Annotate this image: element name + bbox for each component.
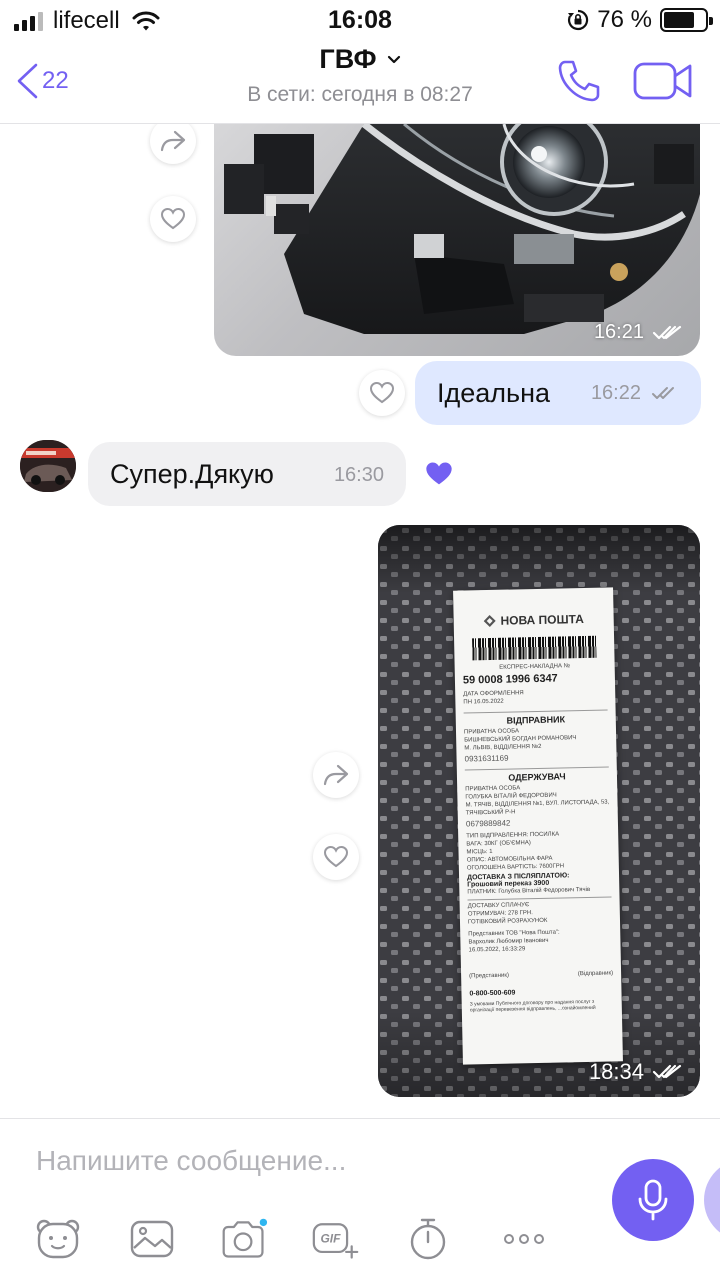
receipt-declared: ОГОЛОШЕНА ВАРТІСТЬ: 7600ГРН bbox=[466, 863, 565, 872]
message-text: Ідеальна bbox=[437, 377, 551, 408]
receipt-sender-phone: 0931631169 bbox=[464, 753, 509, 764]
liked-reaction[interactable] bbox=[416, 451, 462, 497]
nova-poshta-receipt: НОВА ПОШТА ЕКСПРЕС-НАКЛАДНА № 59 0008 19… bbox=[453, 587, 623, 1065]
photo2-time: 18:34 bbox=[588, 1059, 644, 1084]
message-input[interactable]: Напишите сообщение... bbox=[36, 1145, 346, 1177]
more-dots-icon bbox=[504, 1234, 544, 1244]
nova-poshta-logo-icon bbox=[483, 614, 496, 627]
headlight-photo[interactable]: 16:21 bbox=[214, 124, 700, 356]
phone-icon bbox=[558, 60, 600, 102]
like-button[interactable] bbox=[150, 196, 196, 242]
share-arrow-icon bbox=[323, 764, 349, 786]
receipt-recipient-phone: 0679889842 bbox=[465, 818, 511, 829]
avatar[interactable] bbox=[20, 440, 76, 492]
video-call-button[interactable] bbox=[632, 60, 694, 107]
heart-filled-icon bbox=[426, 462, 452, 485]
avatar-image bbox=[20, 440, 76, 492]
camera-button[interactable] bbox=[220, 1215, 268, 1263]
receipt-waybill-label: ЕКСПРЕС-НАКЛАДНА № bbox=[499, 663, 571, 671]
receipt-footer: З умовами Публічного договору про наданн… bbox=[469, 998, 596, 1014]
message-meta: 16:22 bbox=[591, 382, 681, 405]
receipt-sign-rep: (Представник) bbox=[469, 972, 510, 980]
video-camera-icon bbox=[633, 62, 692, 100]
double-check-icon bbox=[652, 325, 682, 339]
last-seen-status: В сети: сегодня в 08:27 bbox=[247, 83, 473, 106]
viber-chat-screen: lifecell 16:08 76 % 22 ГВФ В сети: сегод… bbox=[0, 0, 720, 1280]
heart-outline-icon bbox=[369, 381, 395, 404]
forward-button-2[interactable] bbox=[313, 752, 359, 798]
receipt-sender-city: М. ЛЬВІВ, ВІДДІЛЕННЯ №2 bbox=[464, 743, 542, 752]
photo2-timestamp: 18:34 bbox=[589, 1059, 684, 1085]
stopwatch-icon bbox=[410, 1218, 446, 1260]
message-time: 16:22 bbox=[590, 382, 641, 404]
receipt-logo: НОВА ПОШТА bbox=[462, 612, 606, 629]
heart-outline-icon bbox=[323, 845, 349, 868]
barcode bbox=[472, 635, 597, 661]
forward-button[interactable] bbox=[150, 124, 196, 164]
bear-sticker-icon bbox=[36, 1219, 80, 1259]
timer-button[interactable] bbox=[404, 1215, 452, 1263]
voice-message-button[interactable] bbox=[612, 1159, 694, 1241]
rotation-lock-icon bbox=[568, 9, 589, 31]
share-arrow-icon bbox=[160, 130, 186, 152]
battery-percent: 76 % bbox=[597, 6, 652, 33]
gif-button[interactable]: GIF bbox=[312, 1215, 360, 1263]
receipt-sign-sender: (Відправник) bbox=[577, 970, 614, 978]
receipt-payer: ПЛАТНИК: Голубка Віталій Федорович Тячів bbox=[467, 886, 591, 896]
secondary-action-button[interactable] bbox=[704, 1159, 720, 1241]
receipt-number: 59 0008 1996 6347 bbox=[462, 672, 558, 687]
battery-fill bbox=[664, 12, 694, 28]
double-check-icon bbox=[652, 1064, 682, 1079]
receipt-paid-3: ГОТІВКОВИЙ РОЗРАХУНОК bbox=[467, 917, 548, 926]
receipt-photo[interactable]: НОВА ПОШТА ЕКСПРЕС-НАКЛАДНА № 59 0008 19… bbox=[378, 525, 700, 1097]
receipt-date: ПН 16.05.2022 bbox=[463, 698, 504, 706]
message-list[interactable]: 16:21 Ідеальна 16:22 Супер.Дякую 16:30 Н… bbox=[0, 124, 720, 1118]
chat-title: ГВФ bbox=[319, 44, 377, 74]
camera-icon bbox=[222, 1218, 268, 1258]
message-time: 16:30 bbox=[333, 464, 384, 486]
sticker-button[interactable] bbox=[34, 1215, 82, 1263]
more-options-button[interactable] bbox=[500, 1215, 548, 1263]
status-bar: lifecell 16:08 76 % bbox=[0, 0, 720, 40]
status-right: 76 % bbox=[567, 6, 713, 34]
gif-icon: GIF bbox=[312, 1223, 359, 1259]
receipt-recipient-head: ОДЕРЖУВАЧ bbox=[464, 766, 610, 784]
battery-icon bbox=[660, 8, 713, 32]
incoming-message[interactable]: Супер.Дякую 16:30 bbox=[88, 442, 406, 506]
outgoing-message[interactable]: Ідеальна 16:22 bbox=[415, 361, 701, 425]
chat-header: 22 ГВФ В сети: сегодня в 08:27 bbox=[0, 40, 720, 124]
call-button[interactable] bbox=[556, 58, 602, 109]
gallery-button[interactable] bbox=[128, 1215, 176, 1263]
heart-outline-icon bbox=[160, 207, 186, 230]
message-composer: Напишите сообщение... GIF bbox=[0, 1118, 720, 1280]
like-button-out[interactable] bbox=[359, 370, 405, 416]
gallery-icon bbox=[130, 1220, 174, 1258]
receipt-sender-head: ВІДПРАВНИК bbox=[463, 709, 608, 727]
like-button-2[interactable] bbox=[313, 834, 359, 880]
message-text: Супер.Дякую bbox=[110, 458, 274, 489]
photo1-timestamp: 16:21 bbox=[594, 321, 684, 344]
receipt-rep-date: 16.05.2022, 16:33:29 bbox=[468, 946, 526, 954]
receipt-hotline: 0-800-500-609 bbox=[469, 989, 516, 998]
receipt-brand: НОВА ПОШТА bbox=[500, 611, 584, 628]
chevron-down-icon bbox=[387, 55, 400, 63]
double-check-icon bbox=[652, 386, 674, 399]
chat-title-block[interactable]: ГВФ В сети: сегодня в 08:27 bbox=[0, 44, 720, 107]
svg-text:GIF: GIF bbox=[320, 1232, 341, 1246]
microphone-icon bbox=[638, 1179, 668, 1221]
photo1-time: 16:21 bbox=[593, 321, 644, 343]
receipt-recipient-city: М. ТЯЧІВ, ВІДДІЛЕННЯ №1, ВУЛ. ЛИСТОПАДА,… bbox=[465, 799, 610, 817]
